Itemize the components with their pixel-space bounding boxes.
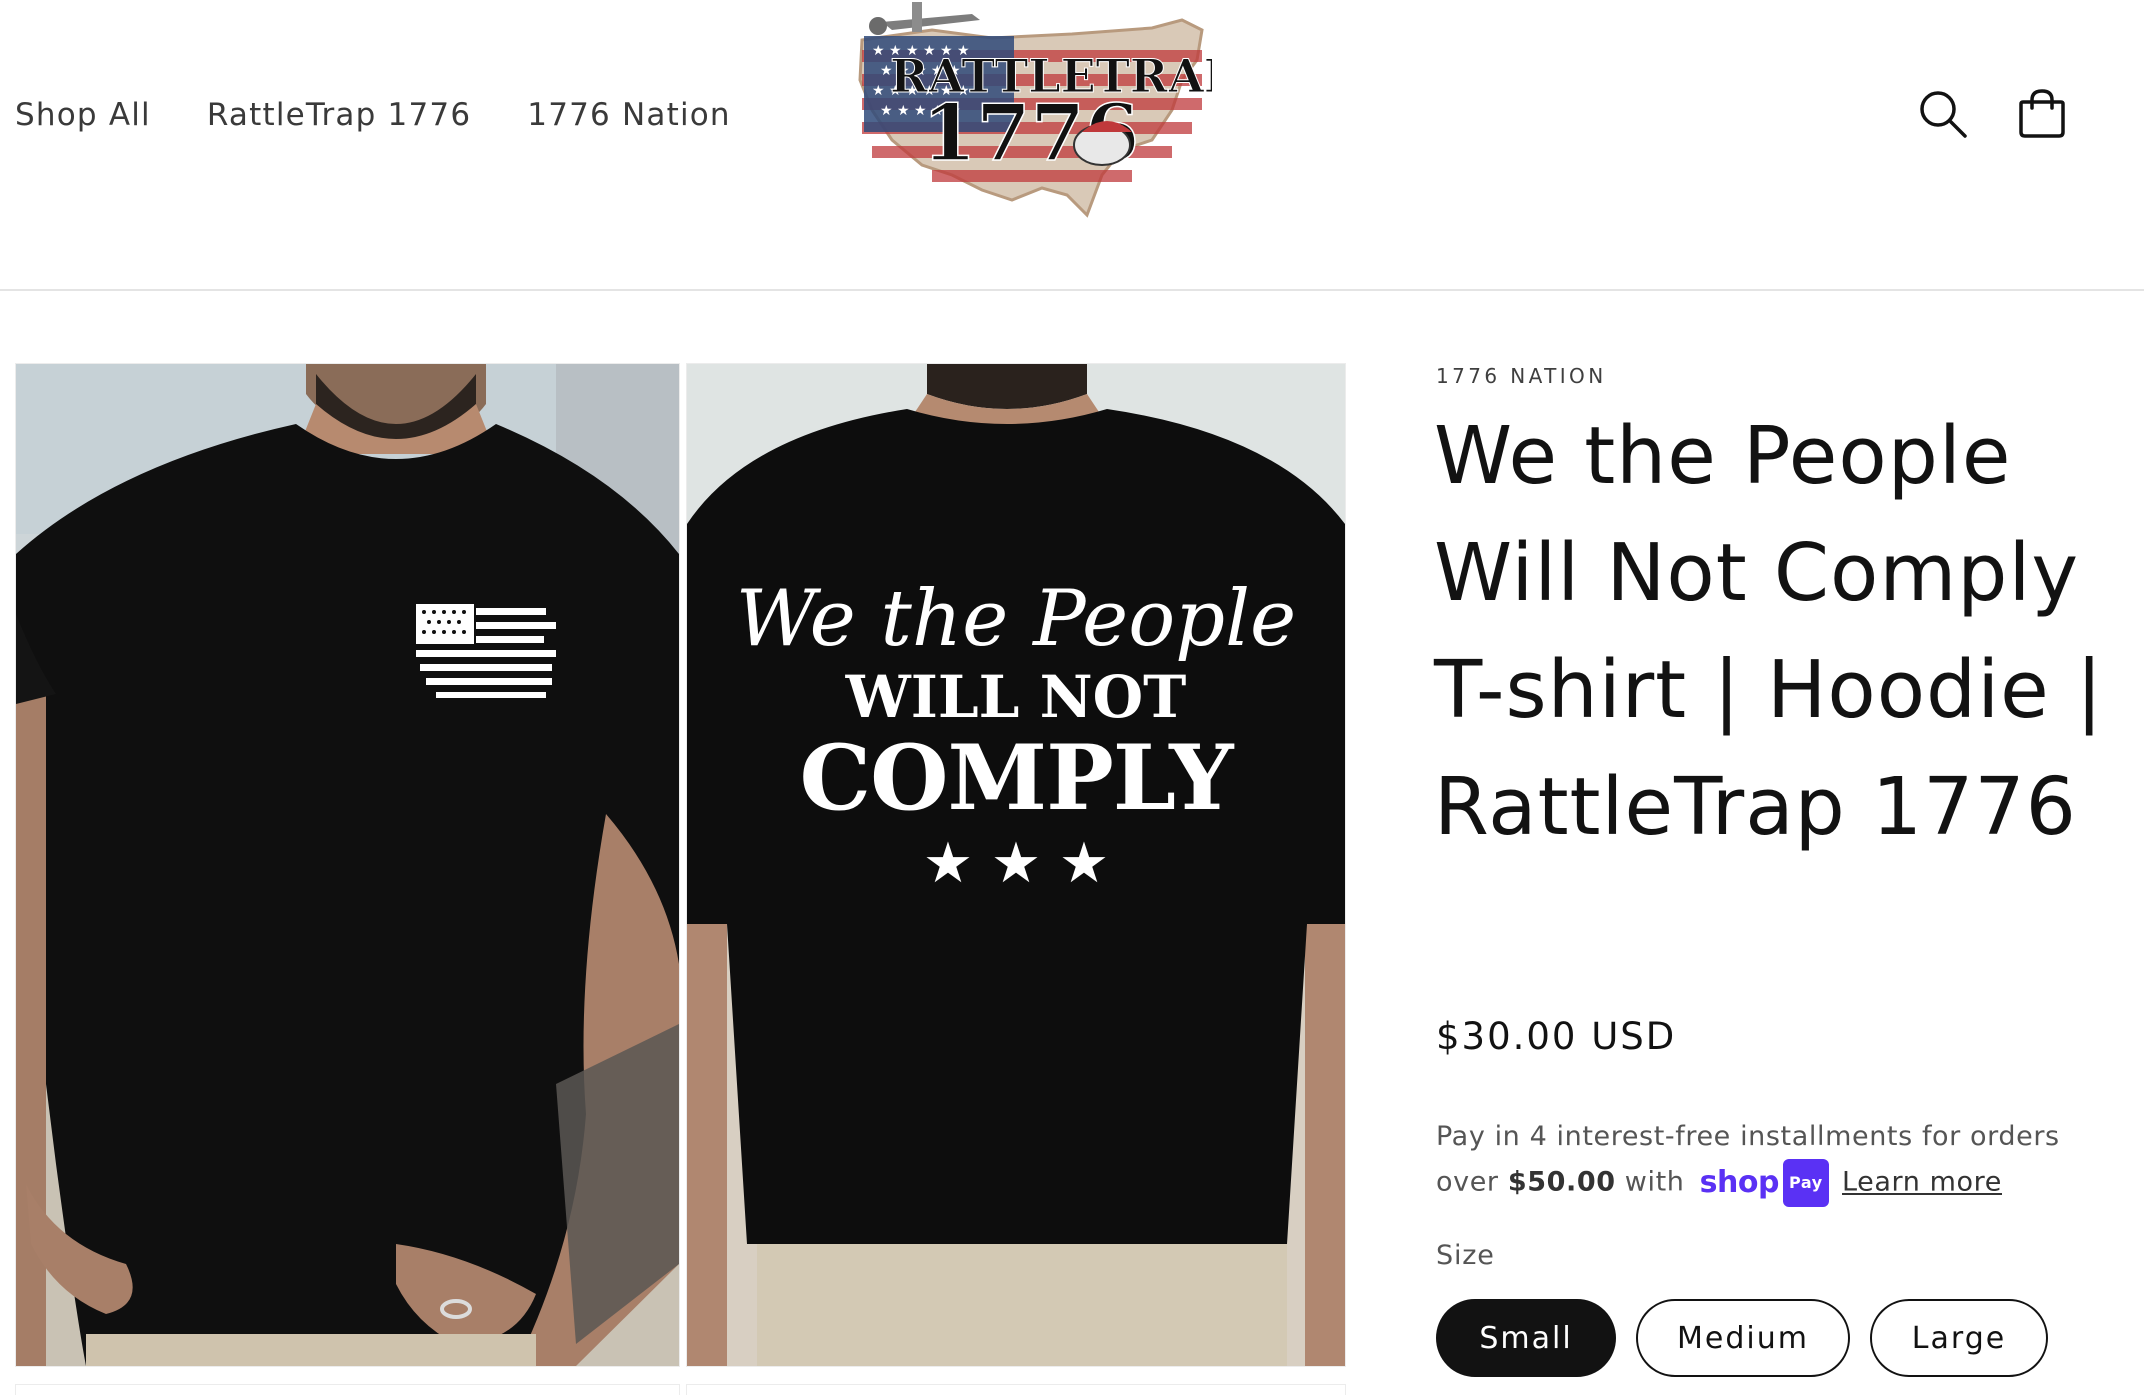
- rattletrap-logo[interactable]: ★ ★ ★ ★ ★ ★ ★ ★ ★ ★ ★ ★ ★ ★ ★ ★ ★ ★ ★ ★ …: [852, 0, 1239, 230]
- shirt-print-line1: We the People: [735, 574, 1297, 664]
- shop-pay-word: shop: [1699, 1165, 1780, 1200]
- product-vendor: 1776 NATION: [1436, 364, 1607, 388]
- size-options: Small Medium Large: [1436, 1299, 2068, 1377]
- nav-shop-all[interactable]: Shop All: [15, 95, 151, 135]
- product-price: $30.00 USD: [1436, 1015, 1677, 1058]
- shop-pay-logo: shop Pay: [1700, 1159, 1829, 1207]
- gallery-thumbnail-edge: [686, 1384, 1346, 1395]
- product-title: We the People Will Not Comply T-shirt | …: [1434, 410, 2104, 853]
- installments-amount: $50.00: [1507, 1166, 1616, 1198]
- search-icon[interactable]: [1913, 84, 1973, 144]
- learn-more-link[interactable]: Learn more: [1842, 1167, 2002, 1198]
- shirt-print-line3: COMPLY: [799, 725, 1233, 831]
- size-label: Size: [1436, 1240, 1495, 1271]
- shirt-print-stars: ★ ★ ★: [922, 831, 1110, 896]
- gallery-thumbnail-edge: [15, 1384, 680, 1395]
- product-image-back[interactable]: We the People WILL NOT COMPLY ★ ★ ★: [686, 363, 1346, 1367]
- site-header: Shop All RattleTrap 1776 1776 Nation ★ ★…: [0, 0, 2144, 291]
- size-option-large[interactable]: Large: [1870, 1299, 2048, 1377]
- main-nav: Shop All RattleTrap 1776 1776 Nation: [15, 95, 787, 135]
- product-image-front[interactable]: [15, 363, 680, 1367]
- size-option-medium[interactable]: Medium: [1636, 1299, 1850, 1377]
- nav-rattletrap-1776[interactable]: RattleTrap 1776: [207, 95, 471, 135]
- shirt-print-line2: WILL NOT: [845, 663, 1187, 731]
- size-option-small[interactable]: Small: [1436, 1299, 1616, 1377]
- shop-pay-installments: Pay in 4 interest-free installments for …: [1436, 1115, 2096, 1207]
- installments-with: with: [1624, 1166, 1685, 1198]
- cart-icon[interactable]: [2012, 84, 2072, 144]
- nav-1776-nation[interactable]: 1776 Nation: [527, 95, 731, 135]
- shop-pay-badge: Pay: [1782, 1159, 1829, 1207]
